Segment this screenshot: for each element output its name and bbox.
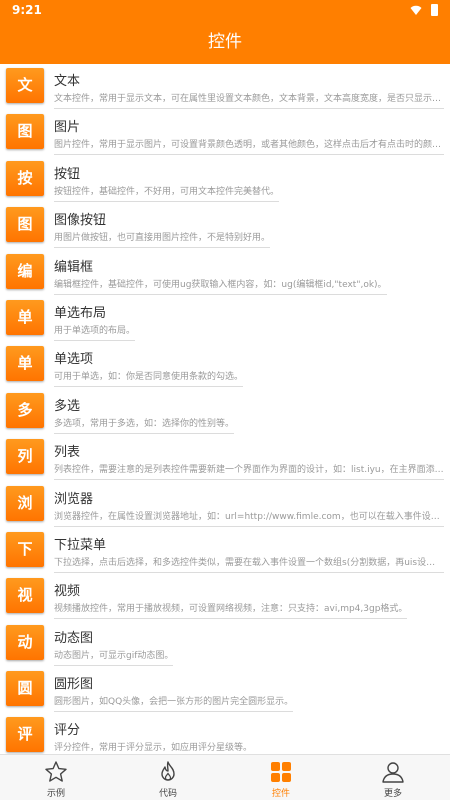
tab-label: 代码 (158, 789, 177, 799)
tab-label: 示例 (46, 789, 65, 799)
list-item-radio[interactable]: 单 单选项 可用于单选，如：你是否同意使用条款的勾选。 (0, 342, 450, 388)
item-badge: 图 (6, 207, 44, 243)
app-bar: 控件 (0, 20, 450, 64)
item-title: 单选项 (54, 352, 94, 368)
item-title: 图片 (54, 120, 81, 136)
item-badge: 图 (6, 114, 44, 150)
item-description: 按钮控件，基础控件，不好用，可用文本控件完美替代。 (54, 184, 280, 202)
item-title: 动态图 (54, 630, 94, 646)
list-item-browser[interactable]: 浏 浏览器 浏览器控件，在属性设置浏览器地址，如：url=http://www.… (0, 482, 450, 528)
item-badge: 按 (6, 160, 44, 196)
item-description: 下拉选择，点击后选择，和多选控件类似，需要在载入事件设置一个数组s(分割数据，再… (54, 555, 444, 573)
item-description: 多选项，常用于多选，如：选择你的性别等。 (54, 416, 235, 434)
item-title: 评分 (54, 723, 81, 739)
list-item-circle-image[interactable]: 圆 圆形图 圆形图片，如QQ头像，会把一张方形的图片完全圆形显示。 (0, 667, 450, 713)
person-icon (382, 762, 404, 783)
item-title: 多选 (54, 398, 81, 414)
item-description: 可用于单选，如：你是否同意使用条款的勾选。 (54, 369, 244, 388)
item-description: 动态图片，可显示gif动态图。 (54, 648, 174, 666)
item-description: 文本控件，常用于显示文本，可在属性里设置文本颜色，文本背景，文本高度宽度，是否只… (54, 91, 444, 109)
item-badge: 编 (6, 253, 44, 289)
list-item-image[interactable]: 图 图片 图片控件，常用于显示图片，可设置背景颜色透明，或者其他颜色，这样点击后… (0, 110, 450, 156)
bottom-tab-bar: 示例 代码 控件 更多 (0, 754, 450, 800)
list-item-edit-box[interactable]: 编 编辑框 编辑框控件，基础控件，可使用ug获取输入框内容，如：ug(编辑框id… (0, 250, 450, 296)
item-badge: 圆 (6, 671, 44, 707)
battery-icon (431, 4, 438, 16)
item-badge: 视 (6, 578, 44, 614)
grid-icon (271, 762, 291, 782)
item-badge: 浏 (6, 485, 44, 521)
control-list[interactable]: 文 文本 文本控件，常用于显示文本，可在属性里设置文本颜色，文本背景，文本高度宽… (0, 64, 450, 754)
tab-code[interactable]: 代码 (112, 755, 224, 800)
item-title: 单选布局 (54, 305, 107, 321)
item-title: 视频 (54, 584, 81, 600)
list-item-video[interactable]: 视 视频 视频播放控件，常用于播放视频，可设置网络视频，注意：只支持：avi,m… (0, 574, 450, 620)
item-badge: 多 (6, 392, 44, 428)
item-description: 用于单选项的布局。 (54, 323, 136, 341)
list-item-image-button[interactable]: 图 图像按钮 用图片做按钮，也可直接用图片控件，不是特别好用。 (0, 203, 450, 249)
list-item-gif[interactable]: 动 动态图 动态图片，可显示gif动态图。 (0, 621, 450, 667)
item-badge: 文 (6, 68, 44, 103)
item-description: 编辑框控件，基础控件，可使用ug获取输入框内容，如：ug(编辑框id,"text… (54, 277, 387, 295)
item-title: 列表 (54, 445, 81, 461)
tab-controls[interactable]: 控件 (225, 755, 337, 800)
item-description: 圆形图片，如QQ头像，会把一张方形的图片完全圆形显示。 (54, 694, 294, 713)
list-item-text[interactable]: 文 文本 文本控件，常用于显示文本，可在属性里设置文本颜色，文本背景，文本高度宽… (0, 64, 450, 110)
tab-label: 控件 (271, 789, 290, 799)
item-badge: 单 (6, 299, 44, 335)
tab-more[interactable]: 更多 (337, 755, 449, 800)
item-title: 文本 (54, 74, 81, 89)
list-item-dropdown[interactable]: 下 下拉菜单 下拉选择，点击后选择，和多选控件类似，需要在载入事件设置一个数组s… (0, 528, 450, 574)
item-title: 下拉菜单 (54, 537, 107, 553)
item-badge: 单 (6, 346, 44, 382)
item-description: 图片控件，常用于显示图片，可设置背景颜色透明，或者其他颜色，这样点击后才有点击时… (54, 137, 444, 156)
status-bar: 9:21 (0, 0, 450, 20)
item-description: 浏览器控件，在属性设置浏览器地址，如：url=http://www.fimle.… (54, 509, 444, 527)
item-badge: 评 (6, 717, 44, 753)
list-item-checkbox[interactable]: 多 多选 多选项，常用于多选，如：选择你的性别等。 (0, 389, 450, 435)
tab-label: 更多 (383, 789, 402, 799)
item-description: 用图片做按钮，也可直接用图片控件，不是特别好用。 (54, 230, 271, 249)
item-badge: 列 (6, 439, 44, 475)
item-title: 图像按钮 (54, 213, 107, 229)
item-description: 列表控件，需要注意的是列表控件需要新建一个界面作为界面的设计，如：list.iy… (54, 462, 444, 481)
list-item-list[interactable]: 列 列表 列表控件，需要注意的是列表控件需要新建一个界面作为界面的设计，如：li… (0, 435, 450, 481)
item-badge: 动 (6, 624, 44, 660)
item-title: 浏览器 (54, 491, 94, 507)
item-title: 编辑框 (54, 259, 94, 275)
item-title: 圆形图 (54, 677, 94, 693)
list-item-radio-layout[interactable]: 单 单选布局 用于单选项的布局。 (0, 296, 450, 342)
tab-examples[interactable]: 示例 (0, 755, 112, 800)
list-item-button[interactable]: 按 按钮 按钮控件，基础控件，不好用，可用文本控件完美替代。 (0, 157, 450, 203)
wifi-icon (410, 5, 422, 15)
item-description: 视频播放控件，常用于播放视频，可设置网络视频，注意：只支持：avi,mp4,3g… (54, 601, 408, 620)
star-icon (45, 761, 67, 782)
item-badge: 下 (6, 531, 44, 567)
page-title: 控件 (208, 32, 242, 52)
list-item-rating[interactable]: 评 评分 评分控件，常用于评分显示，如应用评分星级等。 (0, 713, 450, 754)
status-time: 9:21 (12, 3, 42, 17)
item-description: 评分控件，常用于评分显示，如应用评分星级等。 (54, 740, 252, 754)
flame-icon (161, 761, 175, 781)
item-title: 按钮 (54, 166, 81, 182)
